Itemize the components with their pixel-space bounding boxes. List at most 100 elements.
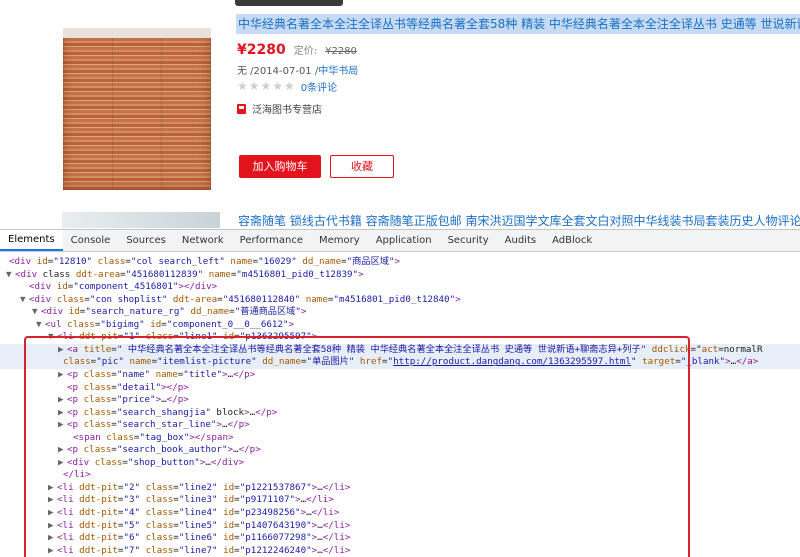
dom-node-line[interactable]: ▼ <li ddt-pit="1" class="line1" id="p1363… (0, 331, 317, 344)
tab-security[interactable]: Security (440, 230, 497, 251)
product-title-link[interactable]: 中华经典名著全本全注全译丛书等经典名著全套58种 精装 中华经典名著全本全注全译… (236, 14, 800, 34)
expand-triangle-icon[interactable]: ▶ (48, 520, 57, 533)
expand-triangle-icon[interactable]: ▶ (48, 507, 57, 520)
expand-triangle-icon[interactable]: ▶ (58, 407, 67, 420)
dom-node-line[interactable]: <div id="12810" class="col search_left" … (0, 256, 400, 269)
current-price: ¥2280 (237, 42, 286, 58)
expand-triangle-icon[interactable]: ▶ (48, 545, 57, 557)
dom-node-line[interactable]: ▼ <div id="search_nature_rg" dd_name="普通商… (0, 306, 306, 319)
tab-console[interactable]: Console (63, 230, 119, 251)
expand-triangle-icon[interactable]: ▶ (48, 482, 57, 495)
collapse-triangle-icon[interactable]: ▼ (6, 269, 15, 282)
dom-node-line[interactable]: ▶ <p class="search_shangjia" block>…</p> (0, 407, 277, 420)
favorite-button[interactable]: 收藏 (330, 155, 394, 178)
dom-node-line[interactable]: ▼ <div class="con shoplist" ddt-area="451… (0, 294, 461, 307)
devtools-panel: Elements Console Sources Network Perform… (0, 229, 800, 557)
tab-audits[interactable]: Audits (497, 230, 544, 251)
shop-row: 泛海图书专营店 (237, 101, 322, 116)
expand-triangle-icon[interactable]: ▶ (58, 394, 67, 407)
list-price-label: 定价: (293, 46, 318, 57)
dom-node-markup: class="pic" name="itemlist-picture" dd_n… (63, 356, 759, 368)
dom-node-line[interactable]: ▶ <li ddt-pit="2" class="line2" id="p1221… (0, 482, 350, 495)
promo-tag (235, 0, 343, 6)
dom-node-markup: <li ddt-pit="4" class="line4" id="p23498… (57, 507, 340, 518)
collapse-triangle-icon[interactable]: ▼ (32, 306, 41, 319)
collapse-triangle-icon[interactable]: ▼ (36, 319, 45, 332)
dom-node-markup: <div class="con shoplist" ddt-area="4516… (29, 293, 461, 305)
expand-triangle-icon[interactable]: ▶ (48, 532, 57, 545)
expand-triangle-icon[interactable]: ▶ (58, 444, 67, 457)
dom-node-line[interactable]: ▶ <li ddt-pit="5" class="line5" id="p1407… (0, 520, 350, 533)
book-set-top (63, 28, 211, 38)
dom-node-line[interactable]: ▼ <ul class="bigimg" id="component_0__0__… (0, 319, 294, 332)
expand-triangle-icon[interactable]: ▶ (58, 369, 67, 382)
dom-node-markup: <p class="price">…</p> (67, 394, 189, 406)
dom-node-line[interactable]: ▶ <p class="name" name="title">…</p> (0, 369, 255, 382)
price-row: ¥2280 定价: ¥2280 (237, 42, 357, 62)
next-product-title-link[interactable]: 容斋随笔 锁线古代书籍 容斋随笔正版包邮 南宋洪迈国学文库全套文白对照中华线装书… (238, 212, 800, 228)
dom-node-markup: <div id="component_4516801"></div> (29, 281, 218, 293)
shop-name-link[interactable]: 泛海图书专营店 (252, 101, 322, 116)
dom-node-markup: <div class ddt-area="451680112839" name=… (15, 268, 364, 280)
dom-node-markup: <div id="12810" class="col search_left" … (9, 256, 401, 267)
product-listing: 中华经典名著全本全注全译丛书等经典名著全套58种 精装 中华经典名著全本全注全译… (0, 0, 800, 228)
tab-performance[interactable]: Performance (232, 230, 311, 251)
tab-sources[interactable]: Sources (118, 230, 174, 251)
dom-node-line[interactable]: <p class="detail"></p> (0, 382, 189, 395)
tab-elements[interactable]: Elements (0, 230, 63, 251)
dom-node-line[interactable]: ▶ <p class="search_book_author">…</p> (0, 444, 261, 457)
dom-node-line[interactable]: class="pic" name="itemlist-picture" dd_n… (0, 356, 800, 369)
dom-node-markup: <a title=" 中华经典名著全本全注全译丛书等经典名著全套58种 精装 中… (67, 343, 763, 355)
dom-node-markup: <p class="search_book_author">…</p> (67, 444, 261, 456)
dom-node-markup: <p class="search_star_line">…</p> (67, 419, 250, 431)
dom-node-line[interactable]: ▶ <a title=" 中华经典名著全本全注全译丛书等经典名著全套58种 精装 … (0, 343, 800, 357)
dom-node-markup: <p class="detail"></p> (67, 381, 189, 393)
dom-node-markup: </li> (63, 469, 91, 481)
next-product-image[interactable] (62, 212, 220, 228)
dom-node-line[interactable]: ▶ <div class="shop_button">…</div> (0, 457, 244, 470)
rating-row: ★★★★★ 0条评论 (237, 79, 337, 94)
dom-node-line[interactable]: </li> (0, 469, 91, 482)
dom-node-line[interactable]: ▶ <li ddt-pit="3" class="line3" id="p9171… (0, 494, 334, 507)
dom-node-markup: <span class="tag_box"></span> (73, 431, 234, 443)
dom-node-markup: <div id="search_nature_rg" dd_name="普通商品… (41, 306, 307, 318)
dom-node-line[interactable]: <span class="tag_box"></span> (0, 432, 234, 445)
dom-node-markup: <div class="shop_button">…</div> (67, 456, 245, 468)
dom-node-line[interactable]: ▼ <div class ddt-area="451680112839" name… (0, 269, 364, 282)
dom-node-line[interactable]: ▶ <li ddt-pit="6" class="line6" id="p1166… (0, 532, 350, 545)
tab-adblock[interactable]: AdBlock (544, 230, 600, 251)
dom-node-markup: <li ddt-pit="6" class="line6" id="p11660… (57, 532, 351, 544)
list-price: ¥2280 (325, 46, 357, 57)
rating-stars-icon: ★★★★★ (237, 79, 296, 93)
collapse-triangle-icon[interactable]: ▼ (20, 294, 29, 307)
dom-tree[interactable]: <div id="12810" class="col search_left" … (0, 252, 800, 557)
review-count-link[interactable]: 0条评论 (301, 79, 337, 94)
dom-node-markup: <ul class="bigimg" id="component_0__0__6… (45, 318, 295, 330)
shop-icon (237, 103, 246, 114)
collapse-triangle-icon[interactable]: ▼ (48, 331, 57, 344)
dom-node-line[interactable]: ▶ <p class="price">…</p> (0, 394, 189, 407)
publish-info: 无 /2014-07-01 /中华书局 (237, 62, 358, 77)
expand-triangle-icon[interactable]: ▶ (58, 344, 67, 357)
add-to-cart-button[interactable]: 加入购物车 (239, 155, 321, 178)
dom-node-line[interactable]: ▶ <li ddt-pit="4" class="line4" id="p2349… (0, 507, 339, 520)
dom-node-line[interactable]: ▶ <li ddt-pit="7" class="line7" id="p1212… (0, 545, 350, 557)
expand-triangle-icon[interactable]: ▶ (58, 457, 67, 470)
dom-node-markup: <li ddt-pit="2" class="line2" id="p12215… (57, 481, 351, 493)
tab-network[interactable]: Network (174, 230, 232, 251)
book-set-picture[interactable] (63, 28, 211, 190)
dom-node-markup: <li ddt-pit="3" class="line3" id="p91711… (57, 494, 334, 506)
dom-node-markup: <li ddt-pit="1" class="line1" id="p13632… (57, 331, 318, 343)
expand-triangle-icon[interactable]: ▶ (48, 494, 57, 507)
devtools-tab-bar: Elements Console Sources Network Perform… (0, 230, 800, 252)
expand-triangle-icon[interactable]: ▶ (58, 419, 67, 432)
dom-node-line[interactable]: <div id="component_4516801"></div> (0, 281, 217, 294)
dom-node-line[interactable]: ▶ <p class="search_star_line">…</p> (0, 419, 250, 432)
publish-date: 无 /2014-07-01 / (237, 66, 319, 77)
dom-node-markup: <p class="search_shangjia" block>…</p> (67, 406, 278, 418)
dom-node-markup: <p class="name" name="title">…</p> (67, 368, 256, 380)
publisher-link[interactable]: 中华书局 (318, 66, 358, 77)
dom-node-markup: <li ddt-pit="7" class="line7" id="p12122… (57, 544, 351, 556)
tab-application[interactable]: Application (368, 230, 440, 251)
tab-memory[interactable]: Memory (311, 230, 368, 251)
